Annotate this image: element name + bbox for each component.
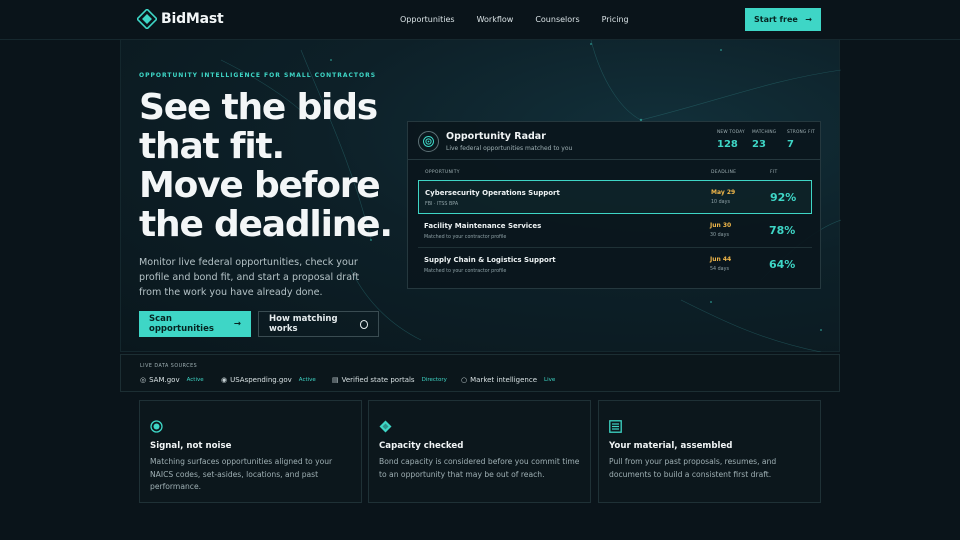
circle-icon <box>359 319 368 329</box>
stat-value: 7 <box>787 139 794 150</box>
column-header-deadline: DEADLINE <box>711 170 737 175</box>
radar-subtitle: Live federal opportunities matched to yo… <box>446 145 573 152</box>
source-name: Market intelligence <box>470 376 538 384</box>
source-sam-gov[interactable]: ◎ SAM.gov Active <box>140 376 204 384</box>
sources-label: LIVE DATA SOURCES <box>140 364 198 369</box>
dot-icon: ◉ <box>221 376 228 384</box>
circle-icon: ○ <box>461 376 468 384</box>
feature-card-signal: Signal, not noise Matching surfaces oppo… <box>139 400 362 503</box>
nav-links: Opportunities Workflow Counselors Pricin… <box>400 15 651 24</box>
stat-label: STRONG FIT <box>787 130 815 135</box>
source-status: Active <box>298 377 316 383</box>
source-name: USAspending.gov <box>230 376 292 384</box>
feature-title: Signal, not noise <box>150 441 232 451</box>
source-market-intelligence[interactable]: ○ Market intelligence Live <box>461 376 555 384</box>
source-state-portals[interactable]: ▤ Verified state portals Directory <box>332 376 447 384</box>
deadline-days: 10 days <box>711 200 730 205</box>
radar-header: Opportunity Radar Live federal opportuni… <box>408 122 820 160</box>
arrow-right-icon: → <box>233 319 241 329</box>
headline-line: Move before <box>139 165 381 206</box>
target-icon <box>150 418 163 433</box>
brand-name: BidMast <box>161 11 224 27</box>
grid-icon: ▤ <box>332 376 339 384</box>
feature-title: Your material, assembled <box>609 441 733 451</box>
start-free-label: Start free <box>754 15 798 24</box>
feature-card-capacity: Capacity checked Bond capacity is consid… <box>368 400 591 503</box>
fit-score: 92% <box>770 191 797 204</box>
logo[interactable]: BidMast <box>135 7 224 31</box>
radar-title: Opportunity Radar <box>446 131 546 142</box>
source-name: Verified state portals <box>341 376 415 384</box>
headline-line: the deadline. <box>139 204 393 245</box>
fit-score: 64% <box>769 258 796 271</box>
stat-label: MATCHING <box>752 130 777 135</box>
stat-label: NEW TODAY <box>717 130 745 135</box>
feature-title: Capacity checked <box>379 441 464 451</box>
nav-link-counselors[interactable]: Counselors <box>535 15 579 24</box>
arrow-right-icon: → <box>805 15 812 24</box>
how-matching-works-button[interactable]: How matching works <box>258 311 379 337</box>
feature-text: Pull from your past proposals, resumes, … <box>609 457 777 479</box>
deadline-days: 54 days <box>710 267 729 272</box>
start-free-button[interactable]: Start free → <box>745 8 821 31</box>
stat-value: 23 <box>752 139 766 150</box>
stat-strong-fit: STRONG FIT 7 <box>787 130 815 150</box>
top-nav: BidMast Opportunities Workflow Counselor… <box>0 0 960 40</box>
opportunity-name: Supply Chain & Logistics Support <box>424 256 556 264</box>
opportunity-meta: Matched to your contractor profile <box>424 235 507 240</box>
opportunity-name: Facility Maintenance Services <box>424 222 542 230</box>
hero-subtext: Monitor live federal opportunities, chec… <box>139 257 360 298</box>
headline-line: that fit. <box>139 126 285 167</box>
deadline-date: Jun 44 <box>710 256 732 263</box>
source-name: SAM.gov <box>149 376 180 384</box>
source-status: Live <box>544 377 556 383</box>
opportunity-radar-card: Opportunity Radar Live federal opportuni… <box>407 121 821 289</box>
deadline-date: May 29 <box>711 189 736 196</box>
feature-text: Matching surfaces opportunities aligned … <box>150 457 333 492</box>
live-data-sources: LIVE DATA SOURCES ◎ SAM.gov Active ◉ USA… <box>120 354 840 392</box>
how-matching-works-label: How matching works <box>269 314 338 334</box>
feature-card-material: Your material, assembled Pull from your … <box>598 400 821 503</box>
opportunity-meta: FBI · ITSS BPA <box>425 202 459 207</box>
stat-matching: MATCHING 23 <box>752 130 776 150</box>
document-icon <box>609 418 622 433</box>
opportunity-row[interactable]: Facility Maintenance Services Matched to… <box>418 214 812 248</box>
column-header-opportunity: OPPORTUNITY <box>425 170 460 175</box>
source-usaspending[interactable]: ◉ USAspending.gov Active <box>221 376 316 384</box>
hero-headline: See the bids that fit. Move before the d… <box>139 88 399 244</box>
nav-link-pricing[interactable]: Pricing <box>602 15 629 24</box>
nav-link-opportunities[interactable]: Opportunities <box>400 15 455 24</box>
logo-icon <box>135 7 159 31</box>
scan-opportunities-label: Scan opportunities <box>149 314 214 334</box>
deadline-days: 30 days <box>710 233 729 238</box>
source-status: Active <box>186 377 204 383</box>
stat-value: 128 <box>717 139 738 150</box>
opportunity-name: Cybersecurity Operations Support <box>425 189 560 197</box>
radar-icon <box>418 131 439 152</box>
target-icon: ◎ <box>140 376 147 384</box>
deadline-date: Jun 30 <box>710 222 732 229</box>
nav-link-workflow[interactable]: Workflow <box>477 15 514 24</box>
fit-score: 78% <box>769 224 796 237</box>
hero-eyebrow: OPPORTUNITY INTELLIGENCE FOR SMALL CONTR… <box>139 72 377 79</box>
source-status: Directory <box>421 377 447 383</box>
column-header-fit: FIT <box>770 170 778 175</box>
scan-opportunities-button[interactable]: Scan opportunities → <box>139 311 251 337</box>
opportunity-meta: Matched to your contractor profile <box>424 269 507 274</box>
opportunity-row[interactable]: Supply Chain & Logistics Support Matched… <box>418 248 812 282</box>
opportunity-row[interactable]: Cybersecurity Operations Support FBI · I… <box>418 180 812 214</box>
diamond-icon <box>379 418 392 433</box>
headline-line: See the bids <box>139 87 378 128</box>
stat-new-today: NEW TODAY 128 <box>717 130 745 150</box>
feature-text: Bond capacity is considered before you c… <box>379 457 580 479</box>
